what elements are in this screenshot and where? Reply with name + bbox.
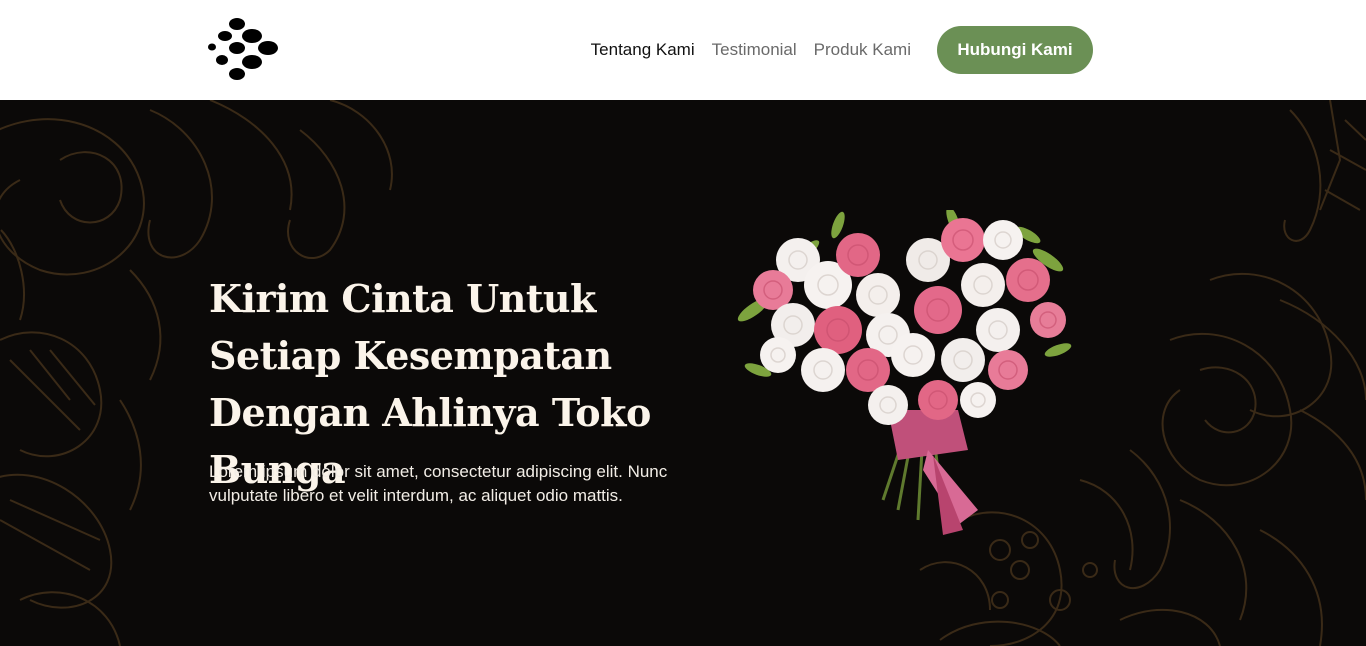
main-nav: Tentang Kami Testimonial Produk Kami bbox=[591, 0, 911, 100]
nav-link-produk-kami[interactable]: Produk Kami bbox=[814, 40, 911, 60]
hero-description: Lorem ipsum dolor sit amet, consectetur … bbox=[209, 462, 668, 505]
nav-link-testimonial[interactable]: Testimonial bbox=[712, 40, 797, 60]
navbar: Tentang Kami Testimonial Produk Kami Hub… bbox=[0, 0, 1366, 100]
hero-section: Kirim Cinta Untuk Setiap Kesempatan Deng… bbox=[0, 100, 1366, 646]
contact-us-button[interactable]: Hubungi Kami bbox=[937, 26, 1093, 74]
nav-link-tentang-kami[interactable]: Tentang Kami bbox=[591, 40, 695, 60]
dots-logo-icon[interactable] bbox=[207, 16, 281, 82]
flower-bouquet-image bbox=[737, 210, 1072, 535]
